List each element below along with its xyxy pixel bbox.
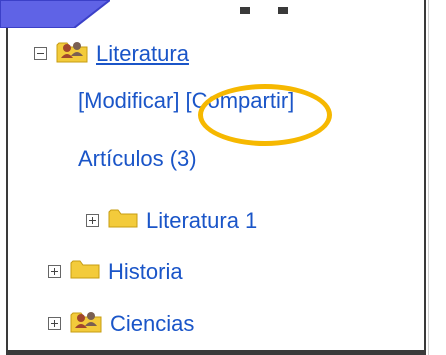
modify-link[interactable]: [Modificar]	[78, 88, 179, 114]
folder-link-literatura-1[interactable]: Literatura 1	[146, 208, 257, 234]
tree-row-literatura: Literatura	[34, 38, 189, 69]
panel-border	[6, 350, 426, 355]
folder-link-literatura[interactable]: Literatura	[96, 41, 189, 67]
users-folder-icon	[56, 38, 88, 69]
tree-row-literatura-1: Literatura 1	[86, 207, 257, 234]
collapse-icon[interactable]	[34, 47, 47, 60]
adjacent-panel	[428, 0, 446, 355]
tree-row-ciencias: Ciencias	[48, 308, 194, 339]
articles-link[interactable]: Artículos (3)	[78, 146, 197, 172]
folder-tree-panel: Literatura [Modificar] [Compartir] Artíc…	[6, 0, 426, 355]
users-folder-icon	[70, 308, 102, 339]
cut-off-text	[278, 7, 288, 14]
folder-icon	[108, 207, 138, 234]
expand-icon[interactable]	[48, 265, 61, 278]
expand-icon[interactable]	[86, 214, 99, 227]
tree-row-historia: Historia	[48, 258, 183, 285]
folder-icon	[70, 258, 100, 285]
folder-link-historia[interactable]: Historia	[108, 259, 183, 285]
folder-link-ciencias[interactable]: Ciencias	[110, 311, 194, 337]
articles-row: Artículos (3)	[78, 146, 197, 172]
pointer-arrow-icon	[0, 0, 110, 28]
cut-off-text	[240, 7, 250, 14]
folder-actions: [Modificar] [Compartir]	[78, 88, 294, 114]
share-link[interactable]: [Compartir]	[185, 88, 294, 114]
expand-icon[interactable]	[48, 317, 61, 330]
